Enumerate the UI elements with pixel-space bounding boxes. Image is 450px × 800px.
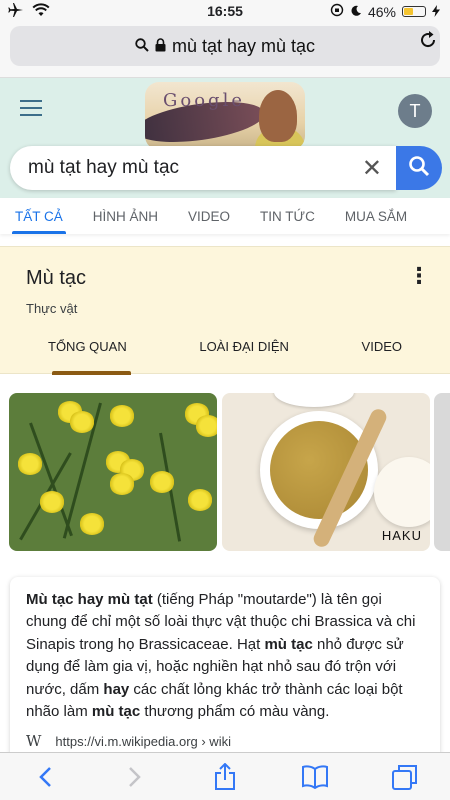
snippet-source[interactable]: W https://vi.m.wikipedia.org › wiki — [26, 732, 424, 750]
snippet-bold-text: mù tạc — [91, 703, 141, 721]
rotation-lock-icon — [330, 3, 344, 20]
wikipedia-snippet-card[interactable]: Mù tạc hay mù tạt (tiếng Pháp "moutarde"… — [10, 577, 440, 777]
snippet-text-run: thương phẩm có màu vàng. — [140, 703, 330, 721]
third-image-partial[interactable] — [434, 393, 450, 551]
google-header: Google T mù tạt hay mù tạc ✕ — [0, 78, 450, 198]
sauce-bowl — [274, 393, 354, 407]
charging-icon — [432, 4, 440, 20]
account-avatar[interactable]: T — [398, 94, 432, 128]
tab-representative-species[interactable]: LOÀI ĐẠI DIỆN — [199, 339, 289, 375]
snippet-bold-text: Mù tạc hay mù tạt — [26, 591, 153, 608]
doodle-portrait — [259, 90, 297, 142]
google-doodle[interactable]: Google — [145, 82, 305, 150]
mustard-bowl-image[interactable]: HAKU — [222, 393, 430, 551]
search-icon — [408, 155, 430, 182]
knowledge-subtitle: Thực vật — [26, 301, 78, 316]
status-bar: 16:55 46% — [0, 0, 450, 22]
status-right: 46% — [330, 3, 440, 20]
search-tabs: TẤT CẢ HÌNH ẢNH VIDEO TIN TỨC MUA SẮM — [0, 198, 450, 234]
battery-percent: 46% — [367, 3, 396, 20]
moon-icon — [350, 4, 362, 20]
mustard-plant-image[interactable] — [9, 393, 217, 551]
tab-knowledge-video[interactable]: VIDEO — [362, 339, 402, 375]
snippet-text: Mù tạc hay mù tạt (tiếng Pháp "moutarde"… — [26, 589, 424, 723]
search-input[interactable]: mù tạt hay mù tạc ✕ — [10, 146, 396, 190]
bookmarks-icon[interactable] — [295, 757, 335, 797]
clear-icon[interactable]: ✕ — [362, 154, 382, 183]
knowledge-tabs: TỔNG QUAN LOÀI ĐẠI DIỆN VIDEO — [0, 339, 450, 375]
knowledge-panel: Mù tạc Thực vật ⋮ TỔNG QUAN LOÀI ĐẠI DIỆ… — [0, 246, 450, 375]
image-watermark: HAKU — [381, 528, 422, 543]
address-bar[interactable]: mù tạt hay mù tạc — [10, 26, 440, 66]
tab-news[interactable]: TIN TỨC — [245, 198, 330, 234]
search-query-text: mù tạt hay mù tạc — [28, 157, 180, 178]
snippet-bold-text: mù tạc — [264, 635, 313, 653]
tab-images[interactable]: HÌNH ẢNH — [78, 198, 173, 234]
search-button[interactable] — [396, 146, 442, 190]
tab-video[interactable]: VIDEO — [173, 198, 245, 234]
forward-icon[interactable] — [115, 757, 155, 797]
cream-bowl — [374, 457, 430, 527]
tab-all[interactable]: TẤT CẢ — [0, 198, 78, 234]
tabs-icon[interactable] — [385, 757, 425, 797]
hamburger-menu-icon[interactable] — [20, 100, 42, 121]
snippet-bold-text: hay — [103, 680, 130, 698]
doodle-logo-text: Google — [163, 90, 245, 111]
knowledge-title: Mù tạc — [26, 267, 87, 289]
share-icon[interactable] — [205, 757, 245, 797]
wikipedia-icon: W — [26, 732, 42, 751]
browser-address-area: mù tạt hay mù tạc — [0, 22, 450, 78]
address-text: mù tạt hay mù tạc — [171, 35, 316, 56]
browser-toolbar — [0, 752, 450, 800]
battery-icon — [402, 6, 426, 17]
battery-fill — [404, 8, 414, 15]
back-icon[interactable] — [25, 757, 65, 797]
source-url: https://vi.m.wikipedia.org › wiki — [55, 733, 231, 749]
lock-icon — [155, 37, 166, 55]
tab-shopping[interactable]: MUA SẮM — [330, 198, 422, 234]
search-icon — [135, 37, 149, 55]
more-options-icon[interactable]: ⋮ — [408, 265, 430, 287]
reload-icon[interactable] — [418, 30, 438, 56]
tab-overview[interactable]: TỔNG QUAN — [48, 339, 131, 375]
